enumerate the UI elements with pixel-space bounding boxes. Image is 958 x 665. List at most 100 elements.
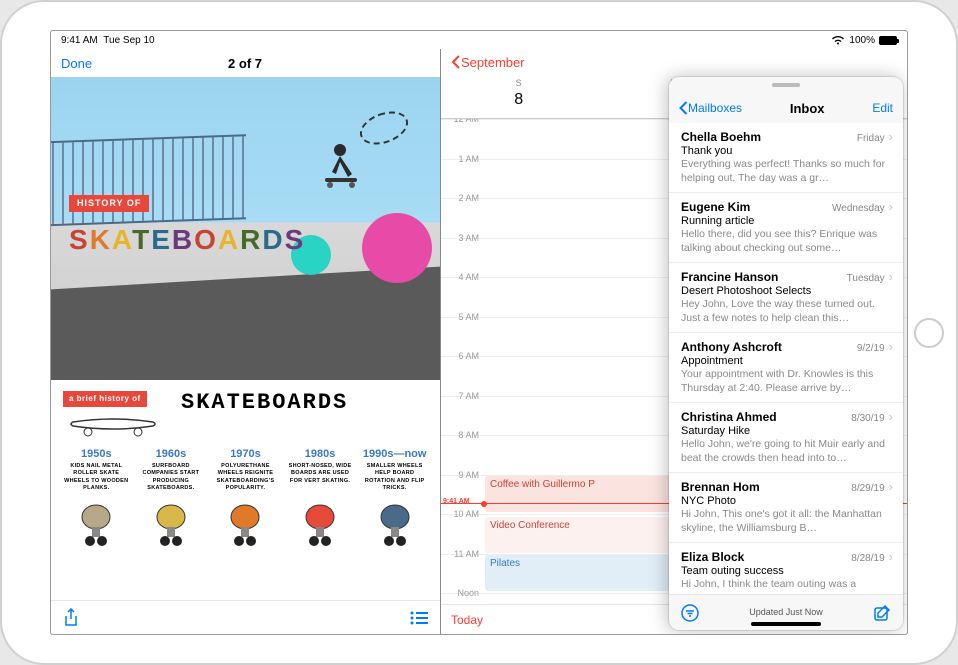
ipad-frame: 9:41 AM Tue Sep 10 100% Done 2 of 7 HIST… [0, 0, 958, 665]
status-bar: 9:41 AM Tue Sep 10 100% [51, 31, 907, 49]
chevron-right-icon: › [889, 549, 893, 564]
message-from: Eugene Kim [681, 200, 832, 214]
weekday-label: S [441, 79, 596, 88]
screen: 9:41 AM Tue Sep 10 100% Done 2 of 7 HIST… [50, 30, 908, 635]
mailboxes-back-button[interactable]: Mailboxes [679, 101, 742, 115]
decade-year: 1950s [63, 449, 130, 460]
hour-label: 5 AM [441, 313, 485, 352]
mail-message[interactable]: Brennan Hom8/29/19›NYC PhotoHi John, Thi… [669, 473, 903, 543]
day-column[interactable]: S8 [441, 75, 596, 118]
edit-button[interactable]: Edit [872, 101, 893, 115]
mail-message[interactable]: Anthony Ashcroft9/2/19›AppointmentYour a… [669, 333, 903, 403]
skateboards-title: SKATEBOARDS [69, 226, 305, 254]
message-preview: Hey John, Love the way these turned out.… [681, 298, 893, 324]
message-from: Christina Ahmed [681, 410, 851, 424]
message-preview: Your appointment with Dr. Knowles is thi… [681, 368, 893, 394]
toc-icon[interactable] [410, 611, 428, 625]
hour-label: Noon [441, 589, 485, 604]
chevron-right-icon: › [889, 339, 893, 354]
day-number: 8 [441, 92, 596, 108]
message-from: Francine Hanson [681, 270, 847, 284]
message-from: Anthony Ashcroft [681, 340, 857, 354]
updated-label: Updated Just Now [699, 608, 873, 617]
hour-label: 3 AM [441, 234, 485, 273]
mailboxes-label: Mailboxes [688, 101, 742, 115]
skateboard-illustration [63, 500, 130, 550]
filter-icon[interactable] [681, 604, 699, 622]
decade-item: 1950s KIDS NAIL METAL ROLLER SKATE WHEELS… [63, 449, 130, 492]
skateboard-illustration [361, 500, 428, 550]
share-icon[interactable] [63, 608, 79, 628]
mail-message[interactable]: Francine HansonTuesday›Desert Photoshoot… [669, 263, 903, 333]
message-date: Tuesday [847, 273, 885, 284]
message-date: Friday [857, 133, 885, 144]
hour-label: 2 AM [441, 194, 485, 233]
mail-message[interactable]: Christina Ahmed8/30/19›Saturday HikeHell… [669, 403, 903, 473]
message-from: Brennan Hom [681, 480, 851, 494]
decade-item: 1990s—now SMALLER WHEELS HELP BOARD ROTAT… [361, 449, 428, 492]
skateboard-illustration [138, 500, 205, 550]
message-preview: Hi John, This one's got it all: the Manh… [681, 508, 893, 534]
slideover-grabber[interactable] [669, 77, 903, 93]
mail-message[interactable]: Eliza Block8/28/19›Team outing successHi… [669, 543, 903, 594]
message-subject: Desert Photoshoot Selects [681, 285, 893, 297]
history-of-tag: HISTORY OF [69, 195, 149, 212]
message-date: Wednesday [832, 203, 885, 214]
mail-message[interactable]: Chella BoehmFriday›Thank youEverything w… [669, 123, 903, 193]
hour-label: 4 AM [441, 273, 485, 312]
mail-nav-bar: Mailboxes Inbox Edit [669, 93, 903, 123]
home-button[interactable] [914, 318, 944, 348]
today-button[interactable]: Today [451, 613, 483, 627]
message-subject: Saturday Hike [681, 425, 893, 437]
hour-label: 1 AM [441, 155, 485, 194]
status-time: 9:41 AM [61, 35, 98, 46]
back-to-month-button[interactable]: September [451, 55, 525, 70]
mail-bottom-toolbar: Updated Just Now [669, 594, 903, 630]
decade-text: SHORT-NOSED, WIDE BOARDS ARE USED FOR VE… [287, 463, 354, 484]
hour-label: 6 AM [441, 352, 485, 391]
decade-text: SMALLER WHEELS HELP BOARD ROTATION AND F… [361, 463, 428, 492]
message-preview: Hello John, we're going to hit Muir earl… [681, 438, 893, 464]
compose-icon[interactable] [873, 604, 891, 622]
hour-label: 10 AM [441, 510, 485, 549]
mail-slideover[interactable]: Mailboxes Inbox Edit Chella BoehmFriday›… [669, 77, 903, 630]
month-label: September [461, 55, 525, 70]
chevron-right-icon: › [889, 479, 893, 494]
battery-percent: 100% [849, 35, 875, 46]
message-subject: NYC Photo [681, 495, 893, 507]
message-date: 8/28/19 [851, 553, 884, 564]
hour-label: 7 AM [441, 392, 485, 431]
done-button[interactable]: Done [61, 56, 92, 71]
books-bottom-toolbar [51, 600, 440, 634]
message-date: 8/30/19 [851, 413, 884, 424]
decade-item: 1960sSURFBOARD COMPANIES START PRODUCING… [138, 449, 205, 492]
book-page-2: a brief history of SKATEBOARDS 1950sKIDS… [51, 380, 440, 600]
message-preview: Hi John, I think the team outing was a [681, 578, 893, 592]
message-list[interactable]: Chella BoehmFriday›Thank youEverything w… [669, 123, 903, 594]
decade-item: 1970sPOLYURETHANE WHEELS REIGNITE SKATEB… [212, 449, 279, 492]
message-subject: Team outing success [681, 565, 893, 577]
hour-label: 11 AM [441, 550, 485, 589]
skateboard-sketch [63, 410, 163, 440]
decade-year: 1980s [287, 449, 354, 460]
decade-year: 1970s [212, 449, 279, 460]
book-content[interactable]: HISTORY OF SKATEBOARDS a brief history o… [51, 77, 440, 600]
calendar-toolbar: September [441, 49, 907, 75]
message-subject: Appointment [681, 355, 893, 367]
books-app: Done 2 of 7 HISTORY OF SKATEBOARDS a bri… [51, 49, 441, 634]
message-subject: Running article [681, 215, 893, 227]
decade-item: 1980s SHORT-NOSED, WIDE BOARDS ARE USED F… [287, 449, 354, 492]
inbox-title: Inbox [742, 101, 872, 116]
mail-message[interactable]: Eugene KimWednesday›Running articleHello… [669, 193, 903, 263]
decade-text: KIDS NAIL METAL ROLLER SKATE WHEELS TO W… [63, 463, 130, 492]
decade-year: 1990s—now [361, 449, 428, 460]
decade-text: SURFBOARD COMPANIES START PRODUCING SKAT… [138, 463, 205, 492]
status-date: Tue Sep 10 [103, 35, 154, 46]
skater-illustration [310, 132, 370, 192]
hour-label: 12 AM [441, 119, 485, 154]
skateboard-illustration [212, 500, 279, 550]
message-subject: Thank you [681, 145, 893, 157]
home-indicator[interactable] [751, 622, 821, 626]
page-indicator: 2 of 7 [92, 56, 398, 71]
chevron-right-icon: › [889, 129, 893, 144]
